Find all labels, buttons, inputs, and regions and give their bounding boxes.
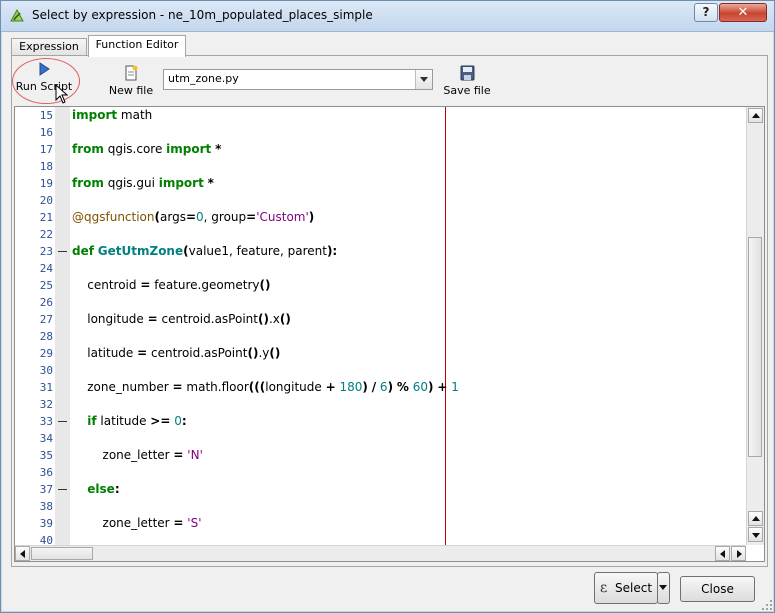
line-number: 38 bbox=[39, 500, 53, 513]
code-line[interactable]: import math bbox=[72, 107, 152, 124]
select-button[interactable]: ε Select bbox=[594, 572, 658, 604]
line-number: 40 bbox=[39, 534, 53, 547]
horizontal-scrollbar[interactable] bbox=[15, 545, 746, 561]
code-line[interactable]: longitude = centroid.asPoint().x() bbox=[72, 311, 291, 328]
line-number: 37 bbox=[39, 483, 53, 496]
vertical-scrollbar[interactable] bbox=[746, 107, 764, 545]
line-number: 21 bbox=[39, 211, 53, 224]
close-button[interactable]: Close bbox=[680, 576, 755, 602]
line-number: 20 bbox=[39, 194, 53, 207]
line-number: 22 bbox=[39, 228, 53, 241]
help-button[interactable]: ? bbox=[694, 3, 718, 22]
qgis-expression-icon bbox=[10, 8, 24, 22]
fold-marker-icon[interactable] bbox=[58, 489, 67, 490]
line-number: 32 bbox=[39, 398, 53, 411]
new-file-label: New file bbox=[108, 84, 154, 97]
code-line[interactable]: zone_letter = 'S' bbox=[72, 515, 202, 532]
line-number: 25 bbox=[39, 279, 53, 292]
line-number: 34 bbox=[39, 432, 53, 445]
code-line[interactable]: @qgsfunction(args=0, group='Custom') bbox=[72, 209, 314, 226]
scroll-left-icon[interactable] bbox=[715, 546, 730, 561]
dialog-window: Select by expression - ne_10m_populated_… bbox=[0, 0, 775, 613]
code-line[interactable]: from qgis.core import * bbox=[72, 141, 221, 158]
edge-column-line bbox=[445, 107, 446, 545]
code-line[interactable]: else: bbox=[72, 481, 119, 498]
file-select-value: utm_zone.py bbox=[168, 72, 239, 85]
new-file-icon bbox=[125, 65, 138, 81]
line-number: 24 bbox=[39, 262, 53, 275]
scroll-right-icon[interactable] bbox=[731, 546, 746, 561]
select-label: Select bbox=[615, 581, 653, 595]
mouse-cursor-icon bbox=[55, 84, 69, 104]
line-number: 17 bbox=[39, 143, 53, 156]
new-file-button[interactable]: New file bbox=[106, 64, 156, 97]
line-number: 19 bbox=[39, 177, 53, 190]
code-line[interactable]: centroid = feature.geometry() bbox=[72, 277, 270, 294]
tab-function-editor[interactable]: Function Editor bbox=[88, 35, 186, 57]
save-file-label: Save file bbox=[443, 84, 491, 97]
line-number: 15 bbox=[39, 109, 53, 122]
line-number: 23 bbox=[39, 245, 53, 258]
tab-expression[interactable]: Expression bbox=[11, 38, 87, 55]
line-number: 33 bbox=[39, 415, 53, 428]
resize-grip-icon[interactable] bbox=[761, 599, 773, 611]
save-file-button[interactable]: Save file bbox=[442, 64, 492, 97]
floppy-save-icon bbox=[460, 65, 475, 81]
line-number: 35 bbox=[39, 449, 53, 462]
file-select-combo[interactable]: utm_zone.py bbox=[163, 69, 433, 90]
scroll-down-icon[interactable] bbox=[748, 527, 763, 542]
select-dropdown-button[interactable] bbox=[657, 572, 670, 604]
function-editor-panel: Run Script New file utm_zone.py Save fil… bbox=[11, 55, 768, 567]
line-number: 30 bbox=[39, 364, 53, 377]
chevron-down-icon[interactable] bbox=[415, 70, 432, 89]
code-line[interactable]: latitude = centroid.asPoint().y() bbox=[72, 345, 280, 362]
line-number: 39 bbox=[39, 517, 53, 530]
code-line[interactable]: zone_letter = 'N' bbox=[72, 447, 203, 464]
code-line[interactable]: zone_number = math.floor(((longitude + 1… bbox=[72, 379, 459, 396]
line-number: 16 bbox=[39, 126, 53, 139]
code-line[interactable]: from qgis.gui import * bbox=[72, 175, 214, 192]
code-editor[interactable]: import math from qgis.core import * from q… bbox=[14, 106, 765, 562]
scroll-up-icon[interactable] bbox=[748, 511, 763, 526]
play-icon bbox=[39, 62, 50, 76]
code-line[interactable]: def GetUtmZone(value1, feature, parent): bbox=[72, 243, 337, 260]
line-number: 31 bbox=[39, 381, 53, 394]
line-number: 27 bbox=[39, 313, 53, 326]
code-text-area[interactable]: import math from qgis.core import * from q… bbox=[70, 107, 746, 545]
line-number: 26 bbox=[39, 296, 53, 309]
expression-epsilon-icon: ε bbox=[599, 580, 608, 596]
fold-margin[interactable] bbox=[55, 107, 70, 545]
vertical-scroll-thumb[interactable] bbox=[748, 237, 762, 457]
window-title: Select by expression - ne_10m_populated_… bbox=[32, 8, 373, 22]
title-bar[interactable]: Select by expression - ne_10m_populated_… bbox=[1, 1, 774, 32]
line-number: 29 bbox=[39, 347, 53, 360]
line-number: 28 bbox=[39, 330, 53, 343]
code-line[interactable]: if latitude >= 0: bbox=[72, 413, 186, 430]
window-close-button[interactable]: ✕ bbox=[719, 3, 767, 22]
scroll-up-icon[interactable] bbox=[748, 108, 763, 123]
dialog-button-bar: ε Select Close bbox=[1, 567, 774, 612]
line-number: 18 bbox=[39, 160, 53, 173]
line-number: 36 bbox=[39, 466, 53, 479]
fold-marker-icon[interactable] bbox=[58, 251, 67, 252]
fold-marker-icon[interactable] bbox=[58, 421, 67, 422]
